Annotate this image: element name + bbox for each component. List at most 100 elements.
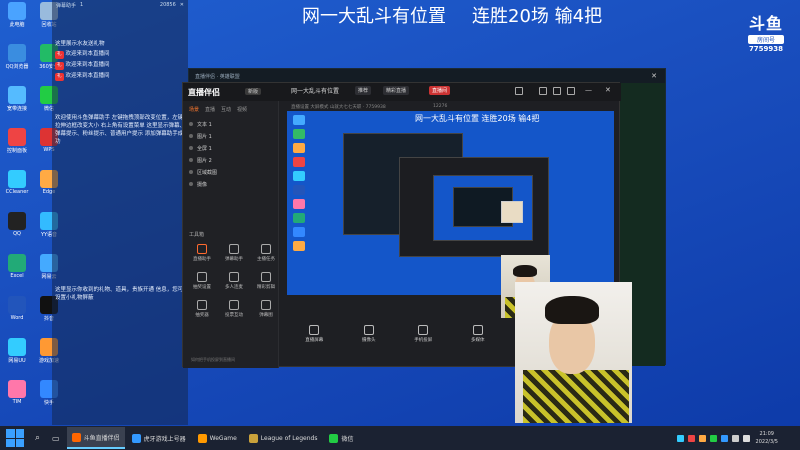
stream-preview[interactable]: 网一大乱斗有位置 连胜20场 输4把 bbox=[287, 111, 614, 295]
tool-item[interactable]: 弹幕助手 bbox=[219, 241, 249, 267]
close-icon[interactable]: ✕ bbox=[651, 72, 657, 80]
system-tray bbox=[677, 426, 750, 450]
tool-item[interactable]: 直播助手 bbox=[187, 241, 217, 267]
scene-item[interactable]: 区域截图 bbox=[183, 166, 278, 178]
tool-item[interactable]: 抽奖设置 bbox=[187, 269, 217, 295]
preview-title: 网一大乱斗有位置 连胜20场 输4把 bbox=[415, 114, 540, 123]
tab-video[interactable]: 视频 bbox=[237, 106, 247, 113]
media-icon bbox=[472, 325, 483, 335]
phone-icon bbox=[418, 325, 429, 335]
shirt bbox=[523, 370, 629, 423]
chat-header[interactable]: 弹幕助手 1 20856 ✕ bbox=[52, 0, 188, 10]
scene-item[interactable]: 图片 1 bbox=[183, 130, 278, 142]
media-button[interactable]: 多媒体 bbox=[465, 323, 491, 363]
background-window-titlebar[interactable]: 直播伴侣 · 英雄联盟 ✕ bbox=[189, 69, 665, 83]
preview-desktop-icons bbox=[289, 115, 309, 291]
mail-icon[interactable] bbox=[553, 87, 561, 95]
huya-icon bbox=[131, 433, 141, 443]
windows-start-icon[interactable] bbox=[6, 429, 24, 447]
stream-title-part2: 连胜20场 输4把 bbox=[472, 6, 603, 27]
tool-item[interactable]: 精彩剪辑 bbox=[251, 269, 281, 295]
tool-icon bbox=[197, 300, 207, 310]
chat-message: 礼欢迎来到本直播间 bbox=[55, 73, 110, 81]
chat-message: 这里展示水友送礼物 bbox=[55, 41, 105, 47]
taskbar-item[interactable]: 虎牙游戏上号器 bbox=[127, 427, 191, 449]
toolbox-label: 工具箱 bbox=[189, 232, 205, 238]
close-icon[interactable]: ✕ bbox=[180, 2, 184, 8]
tim-icon[interactable]: TIM bbox=[2, 380, 32, 405]
highlight-button[interactable]: 精彩直播 bbox=[383, 86, 410, 95]
chat-viewers: 20856 bbox=[159, 2, 176, 8]
recommend-button[interactable]: 推荐 bbox=[355, 86, 372, 95]
live-room-button[interactable]: 直播间 bbox=[429, 86, 451, 95]
cleaner-icon[interactable]: CCleaner bbox=[2, 170, 32, 195]
excel-icon[interactable]: Excel bbox=[2, 254, 32, 279]
camera-overlay bbox=[515, 282, 632, 423]
scene-item[interactable]: 图片 2 bbox=[183, 154, 278, 166]
tool-item[interactable]: 多人连麦 bbox=[219, 269, 249, 295]
room-info: 直播设置 大屏模式 山就大七七天职 · 7759938 bbox=[291, 105, 386, 110]
tray-icon[interactable] bbox=[699, 434, 706, 442]
room-title[interactable]: 网一大乱斗有位置 bbox=[291, 86, 339, 95]
tab-interact[interactable]: 互动 bbox=[221, 106, 231, 113]
danmu-chat-overlay[interactable]: 弹幕助手 1 20856 ✕ 这里展示水友送礼物 礼欢迎来到本直播间 礼欢迎来到… bbox=[52, 0, 188, 425]
scene-item[interactable]: 全屏 1 bbox=[183, 142, 278, 154]
tab-live[interactable]: 直播 bbox=[205, 106, 215, 113]
search-icon[interactable]: ⌕ bbox=[30, 427, 45, 449]
tool-item[interactable]: 主播任务 bbox=[251, 241, 281, 267]
tray-icon[interactable] bbox=[721, 434, 728, 442]
hair bbox=[513, 265, 537, 277]
word-icon[interactable]: Word bbox=[2, 296, 32, 321]
tool-titlebar[interactable]: 直播伴侣 新版 网一大乱斗有位置 推荐 精彩直播 直播间 — ✕ bbox=[183, 83, 621, 101]
scene-panel: 场景 直播 互动 视频 文本 1 图片 1 全屏 1 图片 2 区域截图 摄像 … bbox=[183, 101, 279, 368]
tab-scene[interactable]: 场景 bbox=[189, 106, 199, 113]
clock[interactable]: 21:09 2022/3/5 bbox=[756, 430, 778, 446]
room-number: 7759938 bbox=[748, 45, 784, 53]
taskbar-item[interactable]: 斗鱼直播伴侣 bbox=[66, 427, 125, 449]
network-icon[interactable]: 宽带连接 bbox=[2, 86, 32, 112]
tool-icon bbox=[197, 244, 207, 254]
close-icon[interactable]: ✕ bbox=[605, 86, 611, 94]
qq-browser-icon[interactable]: QQ浏览器 bbox=[2, 44, 32, 70]
chat-title: 弹幕助手 bbox=[56, 2, 77, 9]
settings-icon[interactable] bbox=[567, 87, 575, 95]
tool-icon bbox=[261, 244, 271, 254]
phone-cast-button[interactable]: 手机投屏 bbox=[410, 323, 436, 363]
tray-icon[interactable] bbox=[677, 434, 684, 442]
tool-icon bbox=[229, 272, 239, 282]
wechat-icon bbox=[329, 433, 339, 443]
douyu-icon bbox=[71, 432, 81, 442]
taskbar-item[interactable]: WeGame bbox=[193, 427, 242, 449]
network-icon[interactable] bbox=[732, 434, 739, 442]
tray-icon[interactable] bbox=[688, 434, 695, 442]
computer-icon[interactable]: 此电脑 bbox=[2, 2, 32, 28]
stream-title-part1: 网一大乱斗有位置 bbox=[302, 6, 446, 27]
chat-message: 欢迎使用斗鱼弹幕助手 左键拖拽顶部改变位置，左键拉伸边框改变大小 右上角有设置菜… bbox=[55, 115, 185, 145]
minimize-icon[interactable]: — bbox=[585, 86, 592, 94]
chat-message: 这里显示你收到的礼物、道具，贵族开通 信息，您可设置小礼物屏蔽 bbox=[55, 287, 184, 301]
chat-count: 1 bbox=[80, 2, 84, 8]
tool-item[interactable]: 投票互动 bbox=[219, 297, 249, 323]
qq-icon[interactable]: QQ bbox=[2, 212, 32, 237]
avatar[interactable] bbox=[515, 87, 523, 95]
gift-icon[interactable] bbox=[539, 87, 547, 95]
tool-item[interactable]: 弹幕图 bbox=[251, 297, 281, 323]
taskbar-item[interactable]: League of Legends bbox=[244, 427, 323, 449]
status-tip[interactable]: 如何把手机投屏到直播间 bbox=[191, 357, 235, 363]
chat-message: 礼欢迎来到本直播间 bbox=[55, 51, 110, 59]
tool-item[interactable]: 抽奖器 bbox=[187, 297, 217, 323]
camera-button[interactable]: 摄像头 bbox=[356, 323, 382, 363]
scene-item[interactable]: 文本 1 bbox=[183, 118, 278, 130]
control-panel-icon[interactable]: 控制面板 bbox=[2, 128, 32, 154]
version-badge[interactable]: 新版 bbox=[245, 88, 262, 95]
background-window-title: 直播伴侣 · 英雄联盟 bbox=[195, 73, 240, 80]
uu-icon[interactable]: 网易UU bbox=[2, 338, 32, 364]
screen-capture-button[interactable]: 直播屏幕 bbox=[301, 323, 327, 363]
tray-icon[interactable] bbox=[710, 434, 717, 442]
taskbar-item[interactable]: 微信 bbox=[324, 427, 358, 449]
scene-item[interactable]: 摄像 bbox=[183, 178, 278, 190]
volume-icon[interactable] bbox=[743, 434, 750, 442]
camera-icon bbox=[363, 325, 374, 335]
chat-message: 礼欢迎来到本直播间 bbox=[55, 62, 110, 70]
task-view-icon[interactable]: ▭ bbox=[47, 427, 65, 449]
